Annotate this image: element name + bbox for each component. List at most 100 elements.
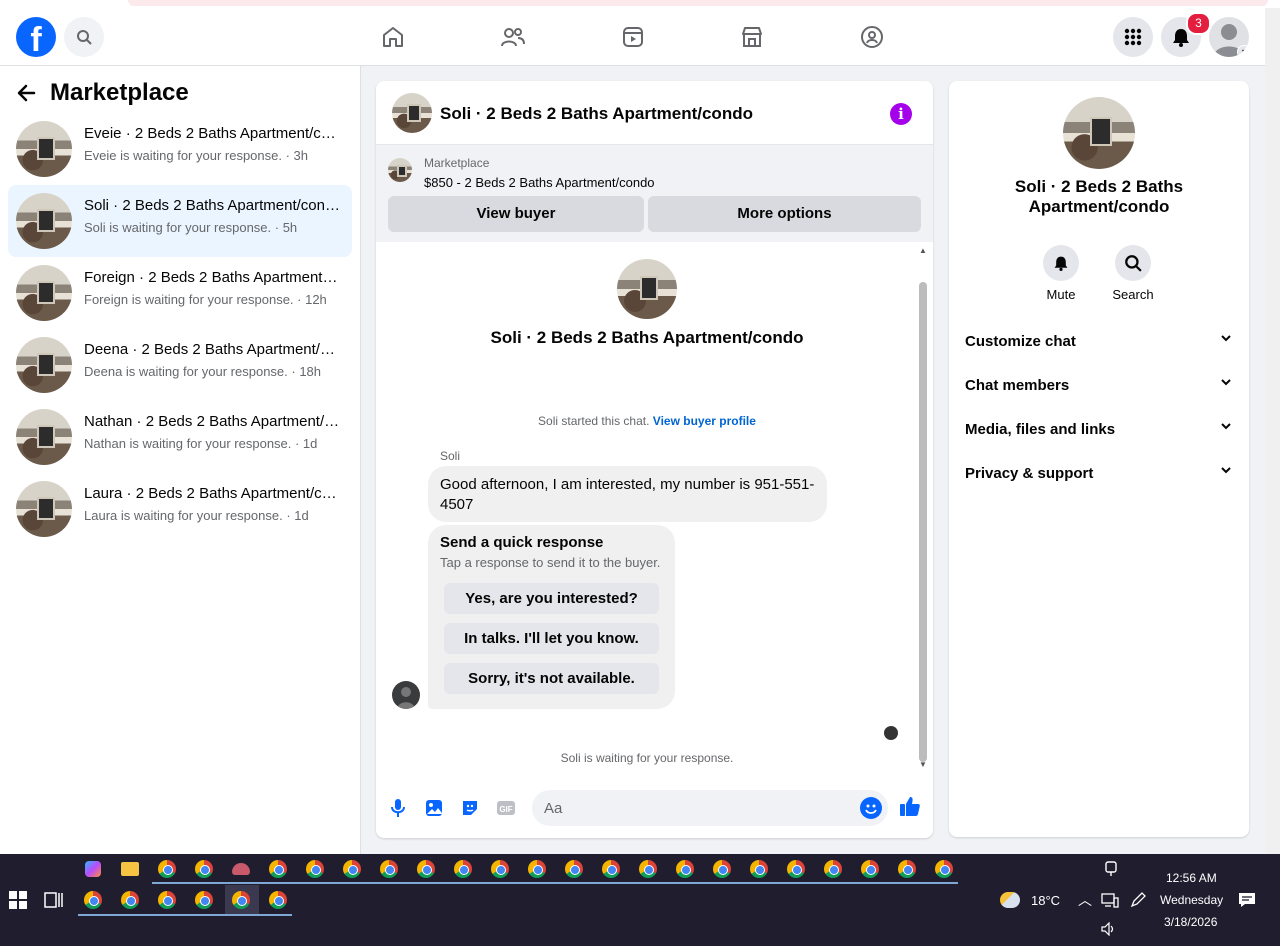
- quick-response-button[interactable]: Sorry, it's not available.: [444, 663, 659, 694]
- chrome-icon[interactable]: [451, 857, 475, 881]
- file-explorer-icon[interactable]: [118, 857, 142, 881]
- listing-price-title[interactable]: $850 - 2 Beds 2 Baths Apartment/condo: [424, 175, 655, 190]
- chevron-down-icon: [1219, 375, 1233, 393]
- marketplace-tab[interactable]: [732, 17, 772, 57]
- menu-button[interactable]: [1113, 17, 1153, 57]
- chrome-icon[interactable]: [895, 857, 919, 881]
- chrome-icon[interactable]: [932, 857, 956, 881]
- copilot-app-icon[interactable]: [81, 857, 105, 881]
- customize-chat-row[interactable]: Customize chat: [965, 321, 1233, 365]
- chrome-icon[interactable]: [377, 857, 401, 881]
- chrome-icon[interactable]: [636, 857, 660, 881]
- like-button[interactable]: [898, 794, 922, 823]
- gif-button[interactable]: GIF: [494, 796, 518, 820]
- back-arrow-icon[interactable]: [16, 83, 36, 103]
- friends-tab[interactable]: [493, 17, 533, 57]
- chat-title[interactable]: Soli · 2 Beds 2 Baths Apartment/condo: [440, 104, 753, 124]
- task-view-icon: [44, 892, 63, 908]
- chrome-icon[interactable]: [784, 857, 808, 881]
- incoming-message: Good afternoon, I am interested, my numb…: [428, 466, 827, 522]
- chrome-icon-active[interactable]: [229, 888, 253, 912]
- conversation-item[interactable]: Deena · 2 Beds 2 Baths Apartment/condo D…: [8, 329, 352, 401]
- conversation-item[interactable]: Foreign · 2 Beds 2 Baths Apartment/condo…: [8, 257, 352, 329]
- scrollbar-thumb[interactable]: [919, 282, 927, 762]
- facebook-logo[interactable]: f: [16, 17, 56, 57]
- clock-date[interactable]: 3/18/2026: [1164, 915, 1217, 929]
- chrome-icon[interactable]: [192, 888, 216, 912]
- chrome-icon[interactable]: [414, 857, 438, 881]
- chrome-icon[interactable]: [81, 888, 105, 912]
- chrome-icon[interactable]: [747, 857, 771, 881]
- home-icon: [383, 27, 403, 47]
- message-input[interactable]: [532, 790, 888, 826]
- conversation-item-selected[interactable]: Soli · 2 Beds 2 Baths Apartment/condo So…: [8, 185, 352, 257]
- quick-response-button[interactable]: In talks. I'll let you know.: [444, 623, 659, 654]
- scroll-down-arrow-icon[interactable]: ▼: [919, 760, 927, 769]
- start-button[interactable]: [6, 888, 30, 912]
- app-icon[interactable]: [229, 857, 253, 881]
- chrome-icon[interactable]: [266, 888, 290, 912]
- volume-icon[interactable]: [1097, 917, 1121, 941]
- chrome-icon[interactable]: [303, 857, 327, 881]
- mute-action[interactable]: Mute: [1026, 245, 1096, 302]
- chrome-icon[interactable]: [562, 857, 586, 881]
- clock-time[interactable]: 12:56 AM: [1166, 871, 1217, 885]
- conversation-title: Soli · 2 Beds 2 Baths Apartment/condo: [84, 197, 340, 214]
- notification-badge: 3: [1186, 12, 1211, 35]
- chat-members-row[interactable]: Chat members: [965, 365, 1233, 409]
- chrome-icon[interactable]: [340, 857, 364, 881]
- chrome-icon[interactable]: [192, 857, 216, 881]
- chrome-icon[interactable]: [599, 857, 623, 881]
- sender-avatar[interactable]: [392, 681, 420, 709]
- task-view-button[interactable]: [42, 888, 66, 912]
- info-icon[interactable]: i: [890, 103, 912, 125]
- account-avatar[interactable]: ▾: [1209, 17, 1249, 57]
- chrome-icon[interactable]: [118, 888, 142, 912]
- voice-clip-button[interactable]: [386, 796, 410, 820]
- clock-day[interactable]: Wednesday: [1160, 893, 1223, 907]
- waiting-notice: Soli is waiting for your response.: [560, 751, 734, 765]
- conversation-item[interactable]: Laura · 2 Beds 2 Baths Apartment/condo L…: [8, 473, 352, 545]
- emoji-button[interactable]: [860, 797, 882, 819]
- pen-icon[interactable]: [1126, 888, 1150, 912]
- show-hidden-icons-chevron[interactable]: ︿: [1078, 890, 1092, 910]
- chrome-icon[interactable]: [155, 857, 179, 881]
- quick-response-button[interactable]: Yes, are you interested?: [444, 583, 659, 614]
- groups-tab[interactable]: [852, 17, 892, 57]
- search-button[interactable]: [64, 17, 104, 57]
- chrome-icon[interactable]: [525, 857, 549, 881]
- more-options-button[interactable]: More options: [648, 196, 921, 232]
- chrome-icon[interactable]: [858, 857, 882, 881]
- scroll-up-arrow-icon[interactable]: ▲: [919, 246, 927, 255]
- view-buyer-button[interactable]: View buyer: [388, 196, 644, 232]
- thread-scrollbar[interactable]: ▲ ▼: [917, 242, 929, 772]
- thread-title: Soli · 2 Beds 2 Baths Apartment/condo: [490, 328, 804, 347]
- conversation-status: Deena is waiting for your response. · 18…: [84, 364, 322, 379]
- meet-now-icon[interactable]: [1099, 857, 1123, 881]
- weather-temperature[interactable]: 18°C: [1031, 893, 1060, 908]
- notification-center-icon[interactable]: [1235, 888, 1259, 912]
- listing-thumbnail: [16, 121, 72, 177]
- chrome-icon[interactable]: [821, 857, 845, 881]
- search-action[interactable]: Search: [1098, 245, 1168, 302]
- conversation-item[interactable]: Nathan · 2 Beds 2 Baths Apartment/condo …: [8, 401, 352, 473]
- page-scrollbar[interactable]: [1265, 8, 1280, 854]
- attach-photo-button[interactable]: [422, 796, 446, 820]
- home-tab[interactable]: [373, 17, 413, 57]
- view-buyer-profile-link[interactable]: View buyer profile: [653, 414, 756, 428]
- media-files-links-row[interactable]: Media, files and links: [965, 409, 1233, 453]
- network-icon[interactable]: [1098, 888, 1122, 912]
- chrome-icon[interactable]: [488, 857, 512, 881]
- browser-top-strip: [0, 0, 1280, 8]
- conversation-item[interactable]: Eveie · 2 Beds 2 Baths Apartment/condo E…: [8, 113, 352, 185]
- chat-listing-thumbnail[interactable]: [392, 93, 432, 133]
- video-tab[interactable]: [613, 17, 653, 57]
- row-label: Media, files and links: [965, 421, 1116, 438]
- privacy-support-row[interactable]: Privacy & support: [965, 453, 1233, 497]
- chrome-icon[interactable]: [155, 888, 179, 912]
- weather-icon[interactable]: [998, 888, 1022, 912]
- sticker-button[interactable]: [458, 796, 482, 820]
- chrome-icon[interactable]: [673, 857, 697, 881]
- chrome-icon[interactable]: [710, 857, 734, 881]
- chrome-icon[interactable]: [266, 857, 290, 881]
